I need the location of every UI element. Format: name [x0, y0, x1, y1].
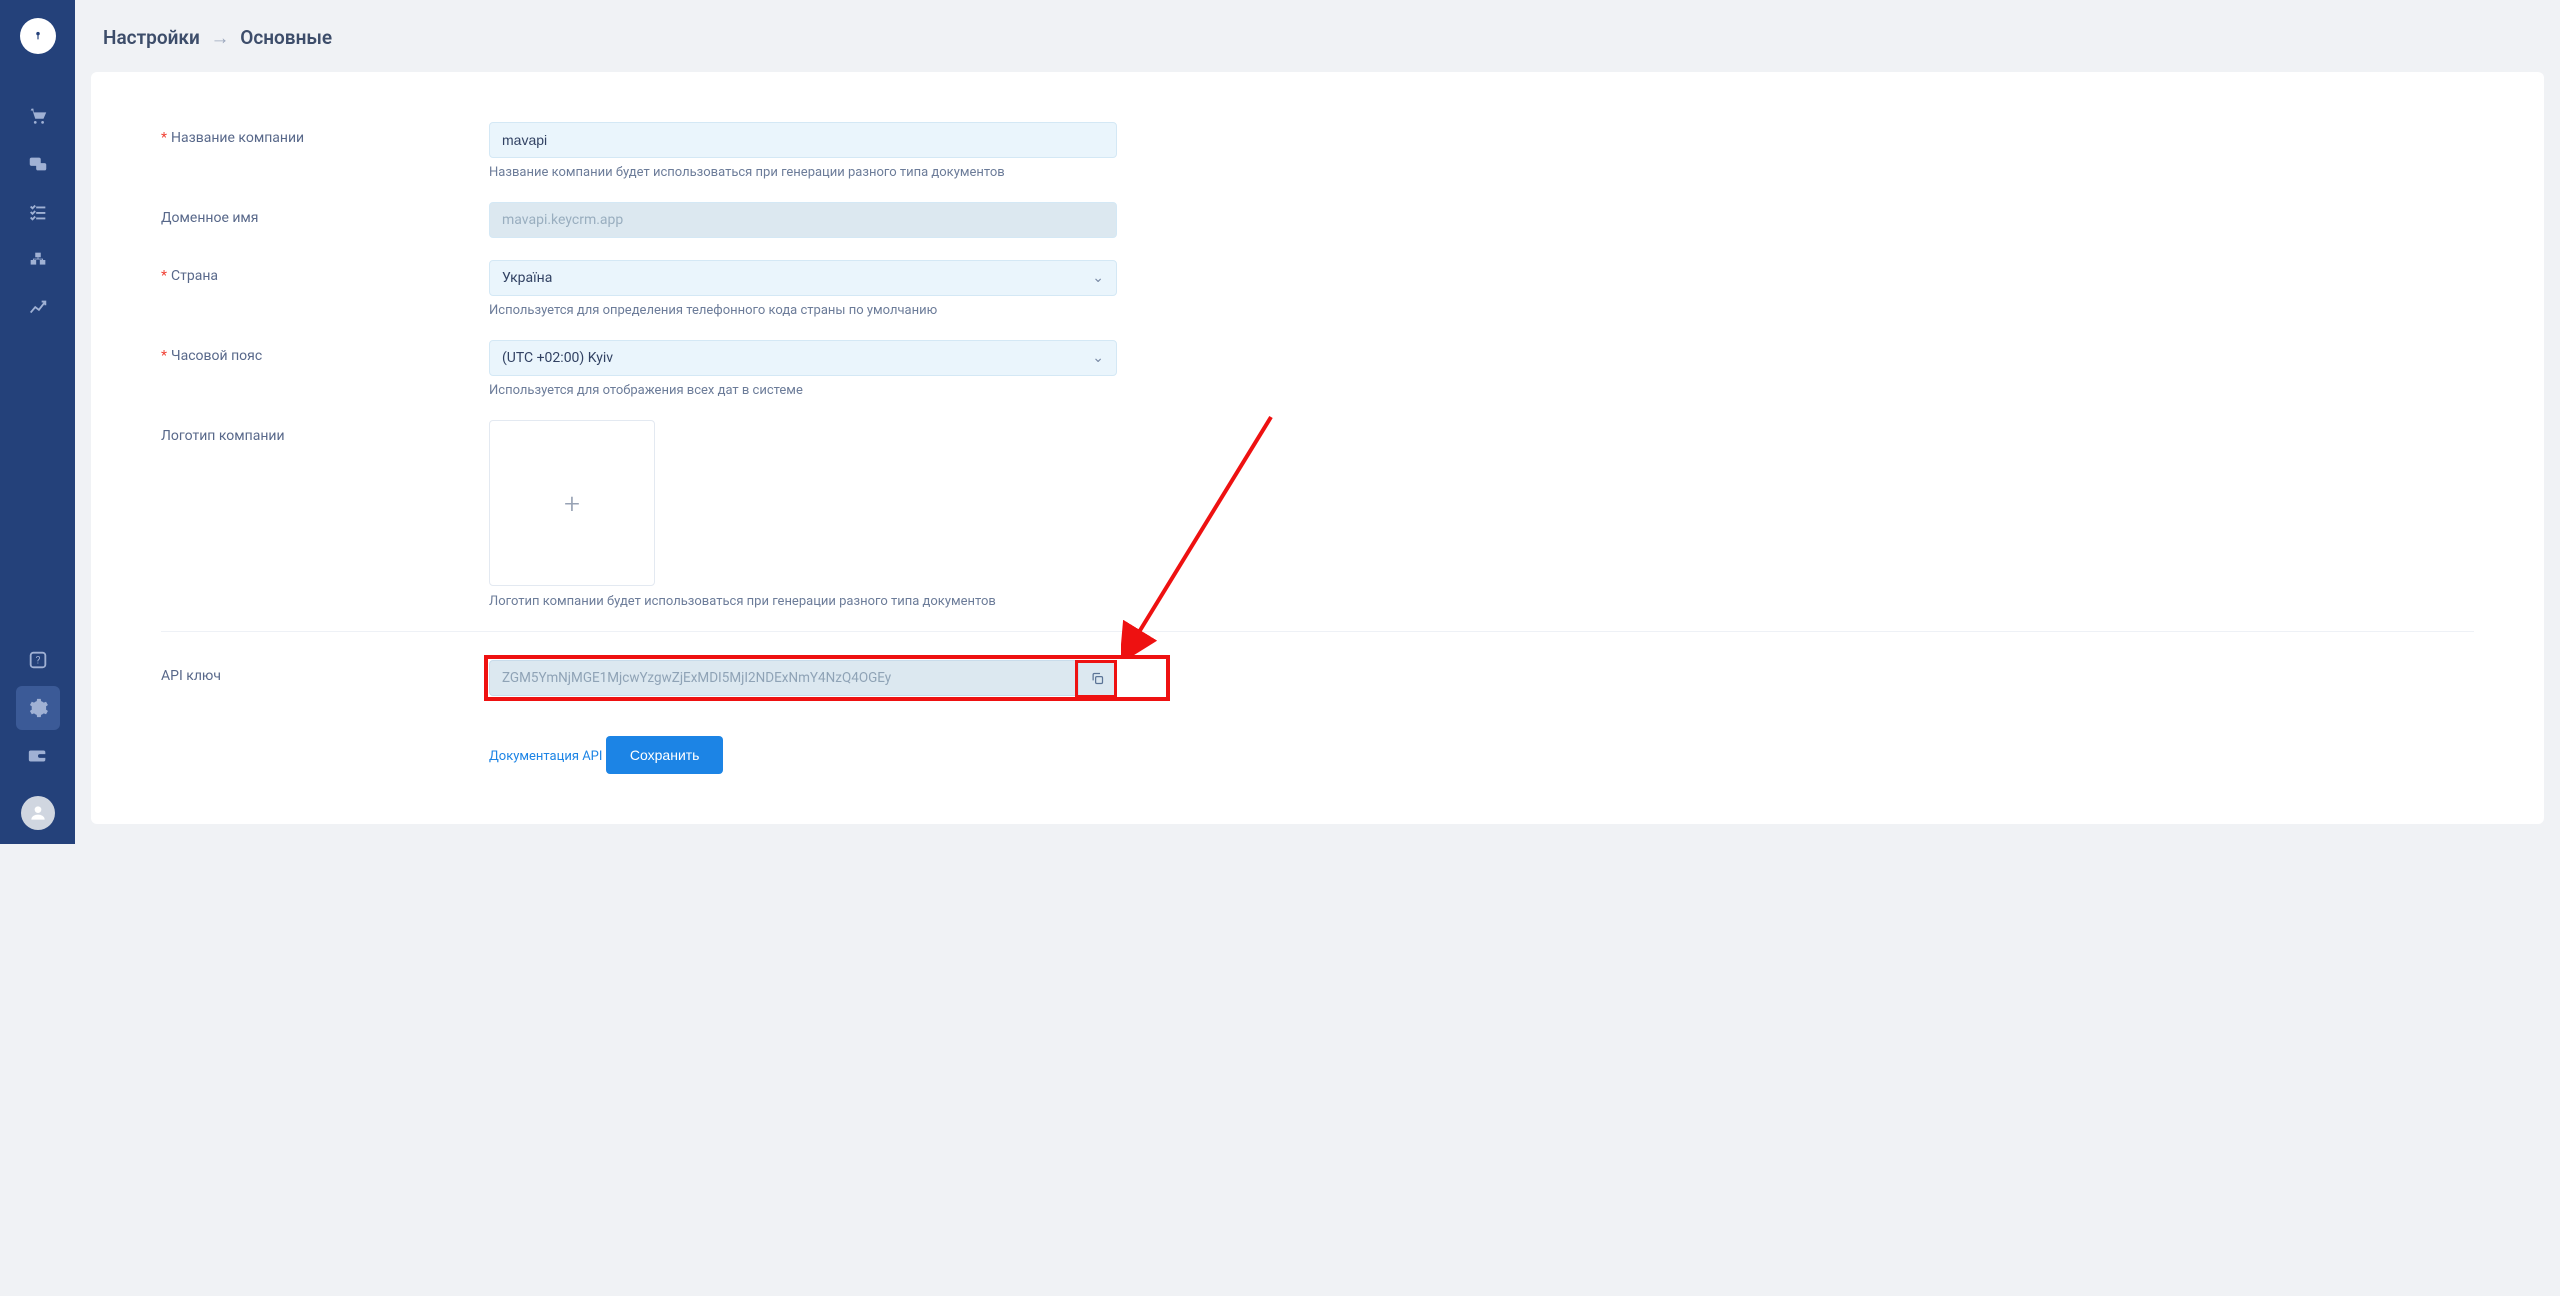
label-domain: Доменное имя	[161, 202, 489, 238]
sidebar: ?	[0, 0, 75, 844]
user-avatar[interactable]	[21, 796, 55, 830]
nav-cart[interactable]	[16, 94, 60, 138]
breadcrumb-root[interactable]: Настройки	[103, 26, 200, 49]
help-country: Используется для определения телефонного…	[489, 303, 1117, 318]
settings-card: *Название компании Название компании буд…	[91, 72, 2544, 824]
copy-api-key-button[interactable]	[1078, 661, 1116, 695]
country-value: Україна	[502, 270, 552, 286]
chevron-down-icon: ⌄	[1092, 270, 1104, 286]
nav-tasks[interactable]	[16, 190, 60, 234]
timezone-select[interactable]: (UTC +02:00) Kyiv ⌄	[489, 340, 1117, 376]
nav-analytics[interactable]	[16, 286, 60, 330]
plus-icon: +	[564, 487, 580, 520]
label-logo: Логотип компании	[161, 420, 489, 609]
timezone-value: (UTC +02:00) Kyiv	[502, 350, 613, 366]
breadcrumb: Настройки → Основные	[91, 0, 2544, 72]
copy-icon	[1090, 671, 1105, 686]
label-api-key: API ключ	[161, 660, 489, 684]
country-select[interactable]: Україна ⌄	[489, 260, 1117, 296]
main-content: Настройки → Основные *Название компании …	[75, 0, 2560, 844]
domain-input: mavapi.keycrm.app	[489, 202, 1117, 238]
save-button[interactable]: Сохранить	[606, 736, 724, 774]
api-doc-link[interactable]: Документация API	[489, 749, 602, 764]
label-country: *Страна	[161, 260, 489, 318]
label-timezone: *Часовой пояс	[161, 340, 489, 398]
label-company-name: *Название компании	[161, 122, 489, 180]
nav-settings[interactable]	[16, 686, 60, 730]
logo-upload[interactable]: +	[489, 420, 655, 586]
nav-chat[interactable]	[16, 142, 60, 186]
nav-help[interactable]: ?	[16, 638, 60, 682]
api-key-input: ZGM5YmNjMGE1MjcwYzgwZjExMDI5MjI2NDExNmY4…	[490, 661, 1078, 695]
svg-text:?: ?	[35, 656, 40, 667]
help-company-name: Название компании будет использоваться п…	[489, 165, 1117, 180]
nav-wallet[interactable]	[16, 734, 60, 778]
company-name-input[interactable]	[489, 122, 1117, 158]
app-logo[interactable]	[20, 18, 56, 54]
help-timezone: Используется для отображения всех дат в …	[489, 383, 1117, 398]
chevron-right-icon: →	[211, 26, 230, 49]
help-logo: Логотип компании будет использоваться пр…	[489, 594, 1117, 609]
breadcrumb-current: Основные	[240, 26, 332, 49]
divider	[161, 631, 2474, 632]
nav-inventory[interactable]	[16, 238, 60, 282]
chevron-down-icon: ⌄	[1092, 350, 1104, 366]
